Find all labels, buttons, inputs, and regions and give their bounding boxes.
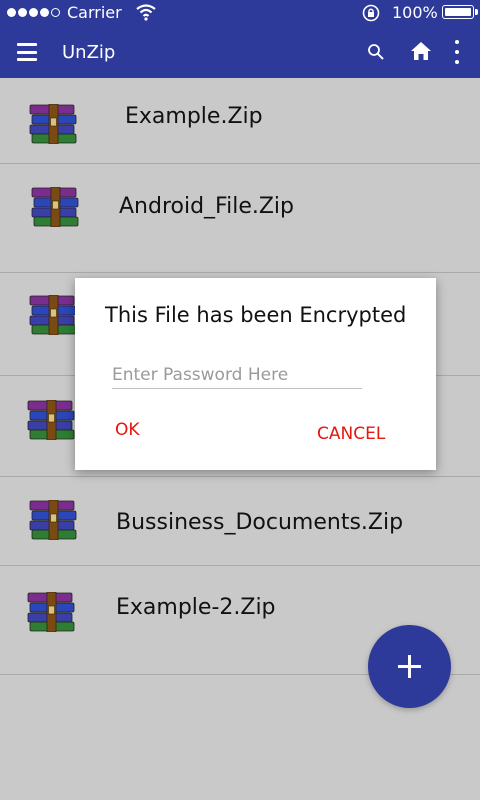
menu-icon[interactable] [17, 43, 37, 61]
file-name: Example.Zip [125, 104, 263, 129]
wifi-icon [136, 3, 156, 25]
file-name: Android_File.Zip [119, 194, 295, 219]
file-list-item[interactable]: Android_File.Zip [0, 164, 480, 273]
carrier-label: Carrier [67, 3, 122, 22]
password-dialog: This File has been Encrypted OK CANCEL [75, 278, 436, 470]
app-bar: UnZip [0, 26, 480, 78]
password-input[interactable] [112, 362, 362, 389]
rotation-lock-icon [361, 3, 381, 27]
battery-icon [442, 5, 474, 19]
winrar-archive-icon [26, 591, 76, 636]
search-icon[interactable] [367, 43, 385, 65]
add-button[interactable] [368, 625, 451, 708]
battery-percentage: 100% [392, 3, 438, 22]
winrar-archive-icon [28, 294, 78, 339]
winrar-archive-icon [26, 399, 76, 444]
winrar-archive-icon [28, 499, 78, 544]
file-name: Example-2.Zip [116, 595, 276, 620]
app-title: UnZip [62, 42, 116, 63]
status-bar: Carrier 100% [0, 0, 480, 26]
winrar-archive-icon [30, 186, 80, 231]
home-icon[interactable] [410, 41, 432, 65]
cancel-button[interactable]: CANCEL [317, 424, 385, 444]
file-name: Bussiness_Documents.Zip [116, 510, 404, 535]
signal-strength-icon [7, 8, 60, 17]
ok-button[interactable]: OK [115, 420, 140, 440]
file-list-item[interactable]: Bussiness_Documents.Zip [0, 477, 480, 566]
plus-icon [398, 655, 421, 682]
dialog-title: This File has been Encrypted [105, 303, 407, 327]
more-vert-icon[interactable] [450, 40, 464, 64]
file-list-item[interactable]: Example.Zip [0, 78, 480, 164]
winrar-archive-icon [28, 103, 78, 148]
